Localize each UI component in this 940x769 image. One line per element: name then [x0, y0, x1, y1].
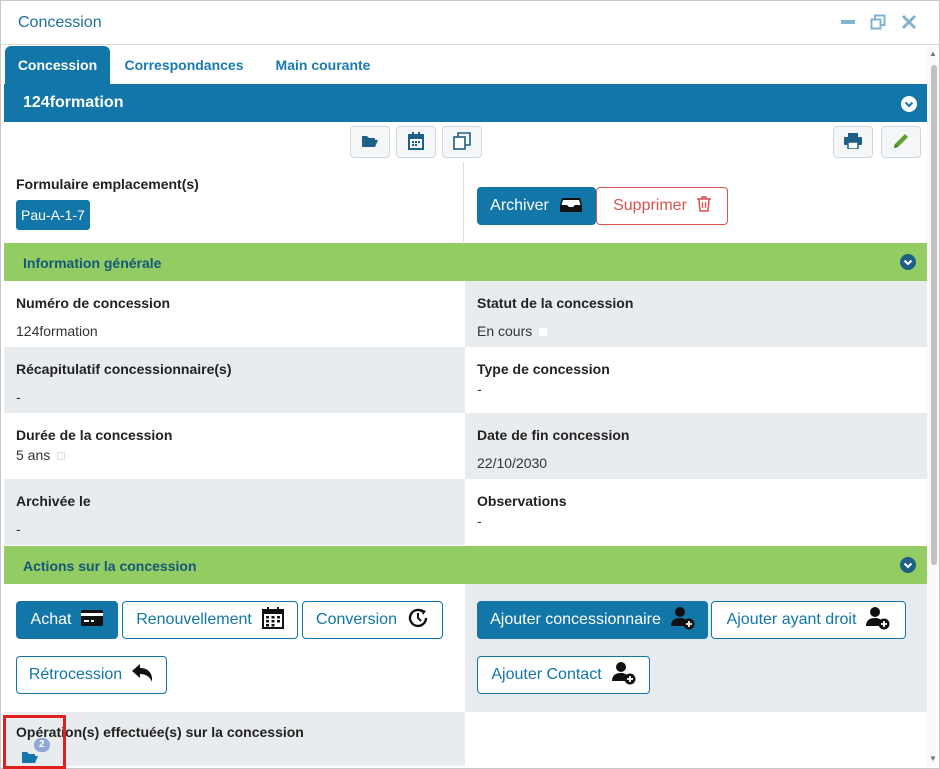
observations-value: - [477, 513, 482, 529]
trash-icon [696, 195, 711, 217]
observations-label: Observations [477, 493, 567, 509]
chevron-down-icon[interactable] [900, 557, 916, 573]
recap-value: - [16, 389, 21, 405]
pencil-icon [892, 132, 910, 153]
archive-inbox-icon [559, 195, 583, 218]
operations-panel: Opération(s) effectuée(s) sur la concess… [4, 712, 465, 766]
chevron-down-icon[interactable] [901, 96, 917, 112]
user-plus-icon [670, 606, 695, 635]
statut-text: En cours [477, 323, 533, 339]
add-concessionnaire-button[interactable]: Ajouter concessionnaire [477, 601, 708, 639]
type-value: - [477, 381, 482, 397]
achat-button[interactable]: Achat [16, 601, 118, 639]
user-plus-icon [866, 606, 890, 635]
duree-marker [57, 452, 66, 460]
actions-header: Actions sur la concession [4, 546, 927, 584]
print-button[interactable] [833, 126, 873, 158]
general-info-header: Information générale [4, 243, 927, 281]
title-bar: Concession [1, 1, 939, 45]
copy-icon [453, 131, 471, 153]
add-concessionnaire-label: Ajouter concessionnaire [490, 611, 661, 628]
highlight-box [3, 715, 66, 769]
field-duree: Durée de la concession 5 ans [4, 413, 465, 479]
statut-marker [539, 328, 548, 336]
general-info-title: Information générale [23, 255, 162, 271]
add-contact-label: Ajouter Contact [491, 666, 602, 683]
printer-icon [844, 132, 862, 152]
chevron-down-icon[interactable] [900, 254, 916, 270]
calendar-icon [408, 131, 424, 153]
tab-bar: Concession Correspondances Main courante [1, 45, 939, 85]
renouvellement-label: Renouvellement [136, 611, 252, 628]
vertical-scrollbar[interactable]: ▲ ▼ [927, 45, 939, 767]
duree-text: 5 ans [16, 447, 51, 463]
numero-value: 124formation [16, 323, 98, 339]
duree-label: Durée de la concession [16, 427, 173, 443]
open-folder-button[interactable] [350, 126, 390, 158]
reply-arrow-icon [132, 663, 154, 688]
actions-title: Actions sur la concession [23, 558, 197, 574]
type-label: Type de concession [477, 361, 610, 377]
calendar-button[interactable] [396, 126, 436, 158]
restore-icon[interactable] [869, 14, 887, 32]
emplacement-panel: Formulaire emplacement(s) Pau-A-1-7 [4, 162, 464, 242]
field-archive: Archivée le - [4, 479, 465, 545]
minimize-icon[interactable] [839, 14, 857, 32]
numero-label: Numéro de concession [16, 295, 171, 311]
user-plus-icon [611, 661, 636, 690]
datefin-label: Date de fin concession [477, 427, 630, 443]
scrollbar-thumb[interactable] [931, 65, 937, 565]
recap-label: Récapitulatif concessionnaire(s) [16, 361, 232, 377]
field-observations: Observations - [465, 479, 927, 545]
delete-button[interactable]: Supprimer [596, 187, 728, 225]
add-contact-button[interactable]: Ajouter Contact [477, 656, 650, 694]
calendar-grid-icon [261, 606, 284, 634]
statut-value: En cours [477, 323, 548, 339]
content-area: 124formation Formulaire emplacement(s) P… [4, 84, 927, 766]
archive-date-value: - [16, 521, 21, 537]
field-datefin: Date de fin concession 22/10/2030 [465, 413, 927, 479]
duplicate-button[interactable] [442, 126, 482, 158]
emplacement-tag[interactable]: Pau-A-1-7 [16, 200, 90, 230]
field-statut: Statut de la concession En cours [465, 281, 927, 347]
field-numero: Numéro de concession 124formation [4, 281, 465, 347]
field-type: Type de concession - [465, 347, 927, 413]
add-ayant-droit-label: Ajouter ayant droit [726, 611, 857, 628]
edit-button[interactable] [881, 126, 921, 158]
archive-date-label: Archivée le [16, 493, 91, 509]
retrocession-label: Rétrocession [28, 666, 123, 683]
retrocession-button[interactable]: Rétrocession [16, 656, 167, 694]
concession-header: 124formation [4, 84, 927, 122]
concession-name: 124formation [23, 94, 124, 111]
statut-label: Statut de la concession [477, 295, 634, 311]
concession-window: Concession Concession Correspondances Ma… [0, 0, 940, 769]
history-clock-icon [407, 607, 429, 634]
field-recap: Récapitulatif concessionnaire(s) - [4, 347, 465, 413]
emplacement-label: Formulaire emplacement(s) [16, 176, 199, 192]
folder-open-icon [361, 134, 379, 151]
achat-label: Achat [30, 611, 72, 628]
tab-correspondances[interactable]: Correspondances [119, 46, 249, 85]
conversion-button[interactable]: Conversion [302, 601, 443, 639]
datefin-value: 22/10/2030 [477, 455, 548, 471]
tab-concession[interactable]: Concession [5, 46, 110, 85]
add-ayant-droit-button[interactable]: Ajouter ayant droit [711, 601, 906, 639]
duree-value: 5 ans [16, 447, 66, 463]
scroll-down-icon[interactable]: ▼ [929, 754, 937, 763]
conversion-label: Conversion [316, 611, 397, 628]
scroll-up-icon[interactable]: ▲ [929, 49, 937, 58]
delete-button-label: Supprimer [613, 197, 687, 214]
renouvellement-button[interactable]: Renouvellement [122, 601, 298, 639]
archive-button-label: Archiver [490, 197, 549, 214]
window-title: Concession [18, 14, 102, 31]
close-icon[interactable] [900, 14, 918, 32]
credit-card-icon [81, 609, 104, 631]
archive-button[interactable]: Archiver [477, 187, 596, 225]
tab-main-courante[interactable]: Main courante [265, 46, 381, 85]
